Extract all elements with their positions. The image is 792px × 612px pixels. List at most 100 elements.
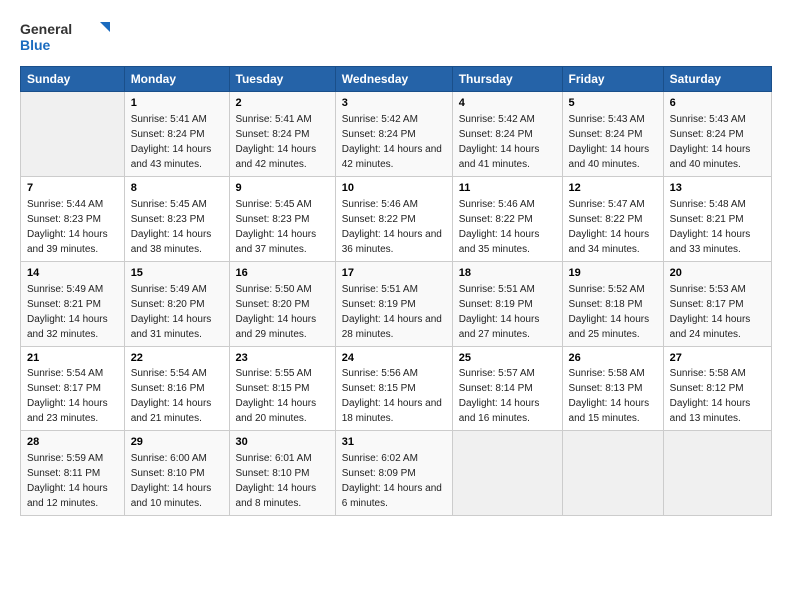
day-info: Sunrise: 5:41 AMSunset: 8:24 PMDaylight:… — [131, 114, 212, 170]
day-number: 3 — [342, 96, 446, 111]
day-info: Sunrise: 5:58 AMSunset: 8:13 PMDaylight:… — [569, 368, 650, 424]
calendar-cell: 29Sunrise: 6:00 AMSunset: 8:10 PMDayligh… — [124, 431, 229, 516]
day-info: Sunrise: 6:02 AMSunset: 8:09 PMDaylight:… — [342, 453, 442, 509]
calendar-cell — [21, 92, 125, 177]
calendar-week-row: 21Sunrise: 5:54 AMSunset: 8:17 PMDayligh… — [21, 346, 772, 431]
day-number: 29 — [131, 435, 223, 450]
calendar-cell: 2Sunrise: 5:41 AMSunset: 8:24 PMDaylight… — [229, 92, 335, 177]
calendar-cell: 23 Sunrise: 5:55 AMSunset: 8:15 PMDayligh… — [229, 346, 335, 431]
calendar-cell: 1 Sunrise: 5:41 AMSunset: 8:24 PMDaylight… — [124, 92, 229, 177]
day-info: Sunrise: 6:01 AMSunset: 8:10 PMDaylight:… — [236, 453, 317, 509]
page: General Blue SundayMondayTuesdayWednesda… — [0, 0, 792, 526]
day-info: Sunrise: 5:49 AMSunset: 8:21 PMDaylight:… — [27, 284, 108, 340]
calendar-cell: 15 Sunrise: 5:49 AMSunset: 8:20 PMDayligh… — [124, 261, 229, 346]
calendar-cell: 25Sunrise: 5:57 AMSunset: 8:14 PMDayligh… — [452, 346, 562, 431]
day-number: 9 — [236, 181, 329, 196]
day-number: 23 — [236, 351, 329, 366]
day-number: 31 — [342, 435, 446, 450]
calendar-cell: 9 Sunrise: 5:45 AMSunset: 8:23 PMDaylight… — [229, 176, 335, 261]
day-header: Saturday — [663, 67, 771, 92]
calendar-cell: 8 Sunrise: 5:45 AMSunset: 8:23 PMDaylight… — [124, 176, 229, 261]
day-info: Sunrise: 5:46 AMSunset: 8:22 PMDaylight:… — [459, 199, 540, 255]
calendar-cell: 26Sunrise: 5:58 AMSunset: 8:13 PMDayligh… — [562, 346, 663, 431]
day-number: 5 — [569, 96, 657, 111]
calendar-cell: 18 Sunrise: 5:51 AMSunset: 8:19 PMDayligh… — [452, 261, 562, 346]
day-number: 11 — [459, 181, 556, 196]
day-info: Sunrise: 5:51 AMSunset: 8:19 PMDaylight:… — [459, 284, 540, 340]
calendar-cell: 19 Sunrise: 5:52 AMSunset: 8:18 PMDayligh… — [562, 261, 663, 346]
day-info: Sunrise: 5:48 AMSunset: 8:21 PMDaylight:… — [670, 199, 751, 255]
calendar-cell: 14Sunrise: 5:49 AMSunset: 8:21 PMDayligh… — [21, 261, 125, 346]
day-number: 18 — [459, 266, 556, 281]
day-number: 15 — [131, 266, 223, 281]
day-number: 24 — [342, 351, 446, 366]
day-info: Sunrise: 5:49 AMSunset: 8:20 PMDaylight:… — [131, 284, 212, 340]
day-number: 20 — [670, 266, 765, 281]
day-info: Sunrise: 5:58 AMSunset: 8:12 PMDaylight:… — [670, 368, 751, 424]
day-info: Sunrise: 5:44 AMSunset: 8:23 PMDaylight:… — [27, 199, 108, 255]
day-number: 10 — [342, 181, 446, 196]
day-number: 1 — [131, 96, 223, 111]
logo-svg: General Blue — [20, 18, 110, 56]
day-number: 12 — [569, 181, 657, 196]
calendar-cell: 30 Sunrise: 6:01 AMSunset: 8:10 PMDayligh… — [229, 431, 335, 516]
calendar-cell: 28 Sunrise: 5:59 AMSunset: 8:11 PMDayligh… — [21, 431, 125, 516]
calendar-cell: 3 Sunrise: 5:42 AMSunset: 8:24 PMDaylight… — [335, 92, 452, 177]
calendar-week-row: 1 Sunrise: 5:41 AMSunset: 8:24 PMDaylight… — [21, 92, 772, 177]
calendar-cell — [562, 431, 663, 516]
day-info: Sunrise: 5:55 AMSunset: 8:15 PMDaylight:… — [236, 368, 317, 424]
day-header: Friday — [562, 67, 663, 92]
calendar-cell — [663, 431, 771, 516]
logo-blue: Blue — [20, 37, 51, 53]
calendar-cell: 7 Sunrise: 5:44 AMSunset: 8:23 PMDaylight… — [21, 176, 125, 261]
day-header: Tuesday — [229, 67, 335, 92]
day-number: 17 — [342, 266, 446, 281]
calendar-week-row: 28 Sunrise: 5:59 AMSunset: 8:11 PMDayligh… — [21, 431, 772, 516]
header-row: SundayMondayTuesdayWednesdayThursdayFrid… — [21, 67, 772, 92]
day-number: 30 — [236, 435, 329, 450]
day-number: 19 — [569, 266, 657, 281]
calendar-week-row: 14Sunrise: 5:49 AMSunset: 8:21 PMDayligh… — [21, 261, 772, 346]
day-number: 16 — [236, 266, 329, 281]
logo-chevron — [100, 22, 110, 32]
calendar-cell: 24 Sunrise: 5:56 AMSunset: 8:15 PMDayligh… — [335, 346, 452, 431]
calendar-cell: 16 Sunrise: 5:50 AMSunset: 8:20 PMDayligh… — [229, 261, 335, 346]
day-info: Sunrise: 5:59 AMSunset: 8:11 PMDaylight:… — [27, 453, 108, 509]
calendar-cell — [452, 431, 562, 516]
day-number: 28 — [27, 435, 118, 450]
day-info: Sunrise: 5:43 AMSunset: 8:24 PMDaylight:… — [670, 114, 751, 170]
day-info: Sunrise: 5:56 AMSunset: 8:15 PMDaylight:… — [342, 368, 442, 424]
calendar-cell: 21Sunrise: 5:54 AMSunset: 8:17 PMDayligh… — [21, 346, 125, 431]
day-info: Sunrise: 5:53 AMSunset: 8:17 PMDaylight:… — [670, 284, 751, 340]
day-number: 6 — [670, 96, 765, 111]
calendar-cell: 12Sunrise: 5:47 AMSunset: 8:22 PMDayligh… — [562, 176, 663, 261]
day-info: Sunrise: 5:50 AMSunset: 8:20 PMDaylight:… — [236, 284, 317, 340]
day-header: Sunday — [21, 67, 125, 92]
logo-general: General — [20, 21, 72, 37]
calendar-cell: 5 Sunrise: 5:43 AMSunset: 8:24 PMDaylight… — [562, 92, 663, 177]
day-info: Sunrise: 5:42 AMSunset: 8:24 PMDaylight:… — [342, 114, 442, 170]
calendar-cell: 31 Sunrise: 6:02 AMSunset: 8:09 PMDayligh… — [335, 431, 452, 516]
calendar-cell: 27Sunrise: 5:58 AMSunset: 8:12 PMDayligh… — [663, 346, 771, 431]
day-header: Thursday — [452, 67, 562, 92]
day-info: Sunrise: 5:45 AMSunset: 8:23 PMDaylight:… — [131, 199, 212, 255]
logo: General Blue — [20, 18, 110, 56]
day-number: 8 — [131, 181, 223, 196]
day-number: 7 — [27, 181, 118, 196]
calendar-cell: 20 Sunrise: 5:53 AMSunset: 8:17 PMDayligh… — [663, 261, 771, 346]
calendar-cell: 4Sunrise: 5:42 AMSunset: 8:24 PMDaylight… — [452, 92, 562, 177]
day-info: Sunrise: 5:41 AMSunset: 8:24 PMDaylight:… — [236, 114, 317, 170]
day-number: 21 — [27, 351, 118, 366]
day-number: 22 — [131, 351, 223, 366]
day-info: Sunrise: 5:43 AMSunset: 8:24 PMDaylight:… — [569, 114, 650, 170]
day-info: Sunrise: 5:51 AMSunset: 8:19 PMDaylight:… — [342, 284, 442, 340]
day-number: 4 — [459, 96, 556, 111]
calendar-cell: 6 Sunrise: 5:43 AMSunset: 8:24 PMDaylight… — [663, 92, 771, 177]
day-info: Sunrise: 5:54 AMSunset: 8:16 PMDaylight:… — [131, 368, 212, 424]
calendar-cell: 17 Sunrise: 5:51 AMSunset: 8:19 PMDayligh… — [335, 261, 452, 346]
day-number: 13 — [670, 181, 765, 196]
day-header: Wednesday — [335, 67, 452, 92]
day-info: Sunrise: 5:45 AMSunset: 8:23 PMDaylight:… — [236, 199, 317, 255]
day-info: Sunrise: 5:52 AMSunset: 8:18 PMDaylight:… — [569, 284, 650, 340]
day-number: 25 — [459, 351, 556, 366]
